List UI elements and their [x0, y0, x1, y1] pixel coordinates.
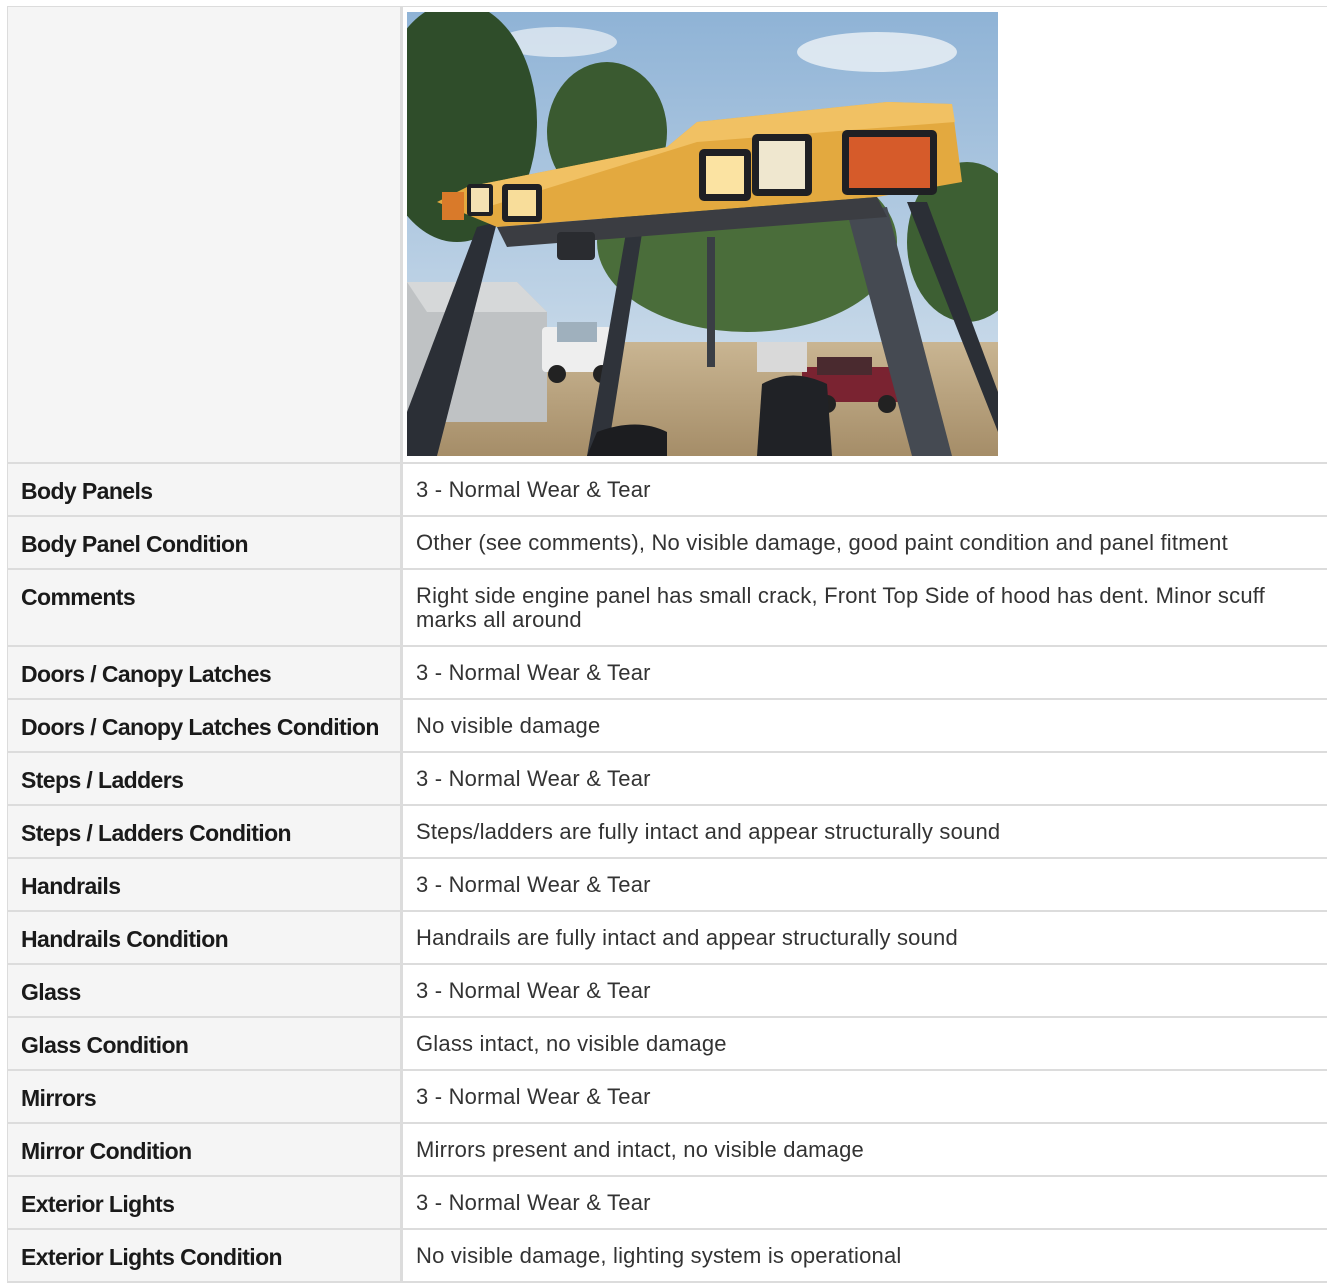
row-value: Steps/ladders are fully intact and appea…	[416, 819, 1001, 844]
table-row: Body Panels 3 - Normal Wear & Tear	[7, 464, 1327, 517]
row-label: Doors / Canopy Latches	[7, 647, 403, 698]
row-value: 3 - Normal Wear & Tear	[416, 1084, 651, 1109]
table-row: Exterior Lights Condition No visible dam…	[7, 1230, 1327, 1283]
row-value: 3 - Normal Wear & Tear	[416, 978, 651, 1003]
row-value: 3 - Normal Wear & Tear	[416, 872, 651, 897]
row-label: Steps / Ladders	[7, 753, 403, 804]
table-row: Glass 3 - Normal Wear & Tear	[7, 965, 1327, 1018]
row-value: No visible damage	[416, 713, 601, 738]
photo-row	[7, 7, 1327, 464]
row-value: 3 - Normal Wear & Tear	[416, 1190, 651, 1215]
row-label: Body Panels	[7, 464, 403, 515]
row-label: Mirror Condition	[7, 1124, 403, 1175]
row-label: Glass	[7, 965, 403, 1016]
table-row: Mirror Condition Mirrors present and int…	[7, 1124, 1327, 1177]
row-value: Handrails are fully intact and appear st…	[416, 925, 958, 950]
photo-label-cell	[7, 7, 403, 462]
row-value: Mirrors present and intact, no visible d…	[416, 1137, 864, 1162]
table-row: Body Panel Condition Other (see comments…	[7, 517, 1327, 570]
forklift-canopy-photo[interactable]	[407, 12, 998, 456]
row-value: 3 - Normal Wear & Tear	[416, 477, 651, 502]
row-label: Steps / Ladders Condition	[7, 806, 403, 857]
table-row: Exterior Lights 3 - Normal Wear & Tear	[7, 1177, 1327, 1230]
table-row: Handrails 3 - Normal Wear & Tear	[7, 859, 1327, 912]
table-row: Comments Right side engine panel has sma…	[7, 570, 1327, 647]
row-label: Mirrors	[7, 1071, 403, 1122]
row-label: Body Panel Condition	[7, 517, 403, 568]
row-label: Exterior Lights Condition	[7, 1230, 403, 1281]
table-row: Doors / Canopy Latches 3 - Normal Wear &…	[7, 647, 1327, 700]
row-label: Comments	[7, 570, 403, 645]
row-label: Glass Condition	[7, 1018, 403, 1069]
photo-cell	[403, 7, 1327, 462]
table-row: Doors / Canopy Latches Condition No visi…	[7, 700, 1327, 753]
table-row: Glass Condition Glass intact, no visible…	[7, 1018, 1327, 1071]
inspection-table: Body Panels 3 - Normal Wear & Tear Body …	[7, 6, 1327, 1283]
table-row: Mirrors 3 - Normal Wear & Tear	[7, 1071, 1327, 1124]
row-value: 3 - Normal Wear & Tear	[416, 766, 651, 791]
table-row: Handrails Condition Handrails are fully …	[7, 912, 1327, 965]
row-value: Right side engine panel has small crack,…	[416, 583, 1265, 632]
row-value: Glass intact, no visible damage	[416, 1031, 727, 1056]
table-row: Steps / Ladders 3 - Normal Wear & Tear	[7, 753, 1327, 806]
row-label: Handrails	[7, 859, 403, 910]
row-label: Handrails Condition	[7, 912, 403, 963]
table-row: Steps / Ladders Condition Steps/ladders …	[7, 806, 1327, 859]
row-label: Doors / Canopy Latches Condition	[7, 700, 403, 751]
row-value: 3 - Normal Wear & Tear	[416, 660, 651, 685]
row-value: Other (see comments), No visible damage,…	[416, 530, 1228, 555]
row-value: No visible damage, lighting system is op…	[416, 1243, 902, 1268]
row-label: Exterior Lights	[7, 1177, 403, 1228]
